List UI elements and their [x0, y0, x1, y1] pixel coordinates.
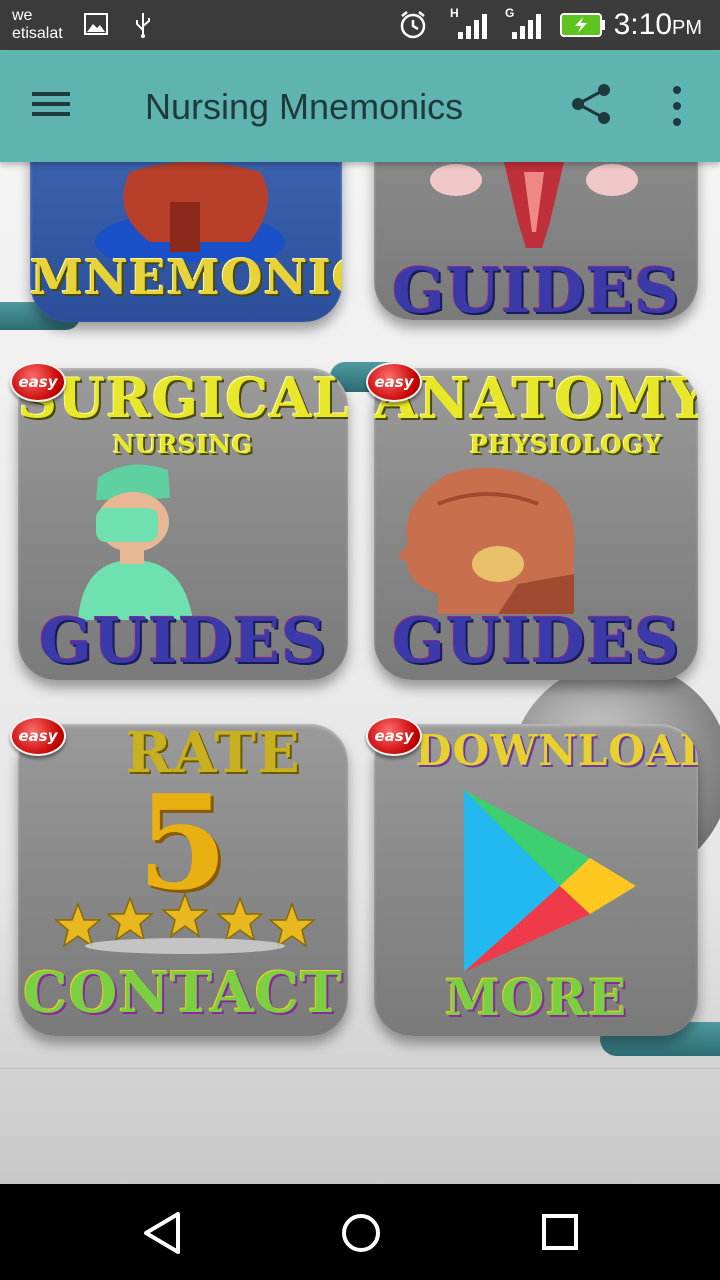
menu-button[interactable]	[32, 86, 80, 126]
status-bar: we etisalat H G 3:10PM	[0, 0, 720, 50]
tile-anatomy-body: ANATOMY PHYSIOLOGY GUIDES	[374, 368, 698, 680]
carrier-line-2: etisalat	[12, 25, 63, 42]
tile-mnemonics-body: MNEMONICS	[30, 162, 342, 322]
tile-download-more-apps[interactable]: DOWNLOAD MORE APPS easy	[366, 716, 698, 1036]
share-icon	[572, 84, 610, 124]
clock: 3:10PM	[614, 8, 702, 45]
easy-badge: easy	[366, 362, 422, 402]
menu-icon	[32, 92, 80, 116]
tile-anatomy-title: ANATOMY	[374, 368, 698, 432]
easy-badge: easy	[10, 716, 66, 756]
image-icon	[84, 13, 108, 35]
tile-rate-body: RATE 5 CONTACT	[18, 724, 348, 1036]
tile-mnemonics-label: MNEMONICS	[30, 250, 342, 306]
carrier-line-1: we	[12, 7, 33, 24]
clock-ampm: PM	[672, 17, 702, 39]
home-icon	[342, 1214, 380, 1252]
tile-surgical-label: GUIDES	[39, 604, 327, 677]
back-icon	[144, 1212, 180, 1254]
tile-mnemonics[interactable]: MNEMONICS	[30, 162, 342, 322]
share-button[interactable]	[570, 82, 614, 126]
app-title: Nursing Mnemonics	[145, 86, 464, 127]
tile-anatomy-physiology[interactable]: ANATOMY PHYSIOLOGY GUIDES easy	[366, 362, 698, 680]
tile-guides-top-label: GUIDES	[392, 254, 680, 320]
easy-badge: easy	[10, 362, 66, 402]
more-options-button[interactable]	[662, 84, 692, 128]
clock-time: 3:10	[613, 8, 672, 41]
menu-grid[interactable]: MNEMONICS GUIDES SURGICAL NURSING	[0, 162, 720, 1184]
tile-download-body: DOWNLOAD MORE APPS	[374, 724, 698, 1036]
tile-download-title: DOWNLOAD	[415, 726, 698, 775]
signal-icon-2	[512, 14, 541, 39]
tile-contact-label: CONTACT	[23, 960, 343, 1026]
battery-charging-icon	[560, 13, 605, 37]
surgeon-icon	[78, 464, 193, 620]
home-button[interactable]	[338, 1210, 384, 1256]
play-store-icon	[464, 790, 636, 972]
app-bar: Nursing Mnemonics	[0, 50, 720, 162]
head-anatomy-icon	[398, 467, 575, 614]
tile-anatomy-subtitle: PHYSIOLOGY	[469, 430, 663, 459]
recents-button[interactable]	[538, 1210, 584, 1256]
tile-more-apps-label: MORE APPS	[444, 968, 628, 1036]
alarm-icon	[400, 11, 426, 39]
tile-surgical-nursing[interactable]: SURGICAL NURSING GUIDES easy	[10, 362, 348, 680]
easy-badge: easy	[366, 716, 422, 756]
heart-icon	[95, 162, 285, 262]
five-stars-icon	[53, 891, 317, 954]
signal-icon	[458, 14, 487, 39]
tile-guides-top-body: GUIDES	[374, 162, 698, 320]
tile-rate-contact[interactable]: RATE 5 CONTACT easy	[10, 716, 348, 1036]
back-button[interactable]	[140, 1210, 186, 1256]
navigation-bar	[0, 1184, 720, 1280]
usb-icon	[136, 13, 150, 38]
tile-anatomy-label: GUIDES	[392, 604, 680, 677]
uterus-icon	[430, 162, 638, 248]
tile-surgical-title: SURGICAL	[18, 368, 348, 430]
tile-surgical-subtitle: NURSING	[112, 430, 254, 459]
recents-icon	[542, 1214, 578, 1250]
carrier-label: we etisalat	[12, 7, 63, 43]
more-vert-icon	[673, 86, 681, 126]
tile-guides-top[interactable]: GUIDES	[374, 162, 698, 320]
tile-surgical-nursing-body: SURGICAL NURSING GUIDES	[18, 368, 348, 680]
divider	[0, 1068, 720, 1069]
